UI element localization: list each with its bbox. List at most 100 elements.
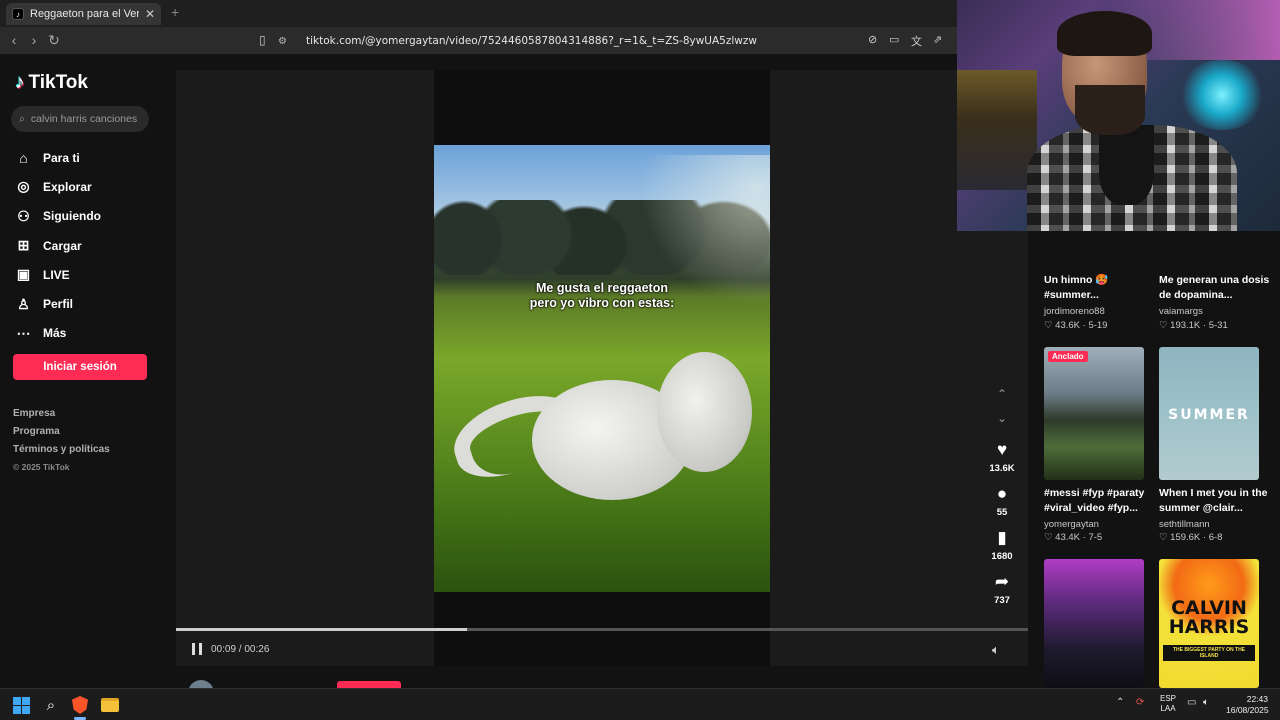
sidebar-item-para-ti[interactable]: ⌂ Para ti <box>15 143 101 172</box>
brave-browser-icon[interactable] <box>70 695 90 715</box>
url-text: tiktok.com/@yomergaytan/video/7524460587… <box>306 35 757 47</box>
copyright-text: © 2025 TikTok <box>13 462 70 472</box>
cast-icon[interactable]: ▭ <box>889 33 899 46</box>
search-placeholder: calvin harris canciones <box>30 113 138 125</box>
likes-count: 43.6K <box>1055 320 1080 331</box>
home-icon: ⌂ <box>19 149 28 166</box>
tray-sync-icon[interactable]: ⟳ <box>1136 697 1144 708</box>
follow-button[interactable] <box>337 681 401 688</box>
video-thumbnail[interactable]: CALVIN HARRIS THE BIGGEST PARTY ON THE I… <box>1159 559 1259 688</box>
video-frame[interactable]: Me gusta el reggaeton pero yo vibro con … <box>434 145 770 592</box>
pause-icon[interactable] <box>192 643 202 655</box>
video-thumbnail[interactable]: Anclado <box>1044 347 1144 480</box>
heart-icon: ♥ <box>996 440 1008 459</box>
no-tracking-icon[interactable]: ⊘ <box>868 33 877 46</box>
more-icon: ⋯ <box>16 324 31 341</box>
sidebar-item-live[interactable]: ▣ LIVE <box>15 260 101 289</box>
profile-icon: ♙ <box>17 295 30 312</box>
volume-icon[interactable]: 🔈︎ <box>992 642 1000 658</box>
streamer-tshirt <box>1099 125 1154 205</box>
save-button[interactable]: ▮ 1680 <box>980 528 1024 562</box>
sidebar-item-explorar[interactable]: ◎ Explorar <box>15 172 101 201</box>
video-player[interactable]: Me gusta el reggaeton pero yo vibro con … <box>176 70 1028 666</box>
sidebar-item-cargar[interactable]: ⊞ Cargar <box>15 231 101 260</box>
webcam-shelf <box>957 70 1037 190</box>
video-title[interactable]: #messi #fyp #paraty #viral_video #fyp... <box>1044 486 1156 516</box>
search-icon[interactable]: ⌕ <box>41 695 61 715</box>
post-date: 5-19 <box>1088 320 1108 331</box>
calvin-harris-title: CALVIN HARRIS <box>1159 599 1259 637</box>
playback-time: 00:09 / 00:26 <box>211 644 270 655</box>
bookmark-save-icon: ▮ <box>997 528 1007 547</box>
post-date: 7-5 <box>1088 532 1103 543</box>
comment-button[interactable]: ● 55 <box>980 484 1024 518</box>
like-button[interactable]: ♥ 13.6K <box>980 440 1024 474</box>
video-thumbnail[interactable] <box>1044 559 1144 688</box>
file-explorer-icon[interactable] <box>100 695 120 715</box>
language-indicator[interactable]: ESP LAA <box>1160 694 1176 714</box>
pinned-badge: Anclado <box>1048 351 1088 362</box>
share-page-icon[interactable]: ⇗ <box>933 33 942 46</box>
video-author[interactable]: yomergaytan <box>1044 519 1099 530</box>
new-tab-button[interactable]: + <box>171 4 179 20</box>
following-icon: ⚇ <box>17 207 30 224</box>
translate-icon[interactable]: 文 <box>911 33 922 49</box>
calvin-harris-subtitle: THE BIGGEST PARTY ON THE ISLAND <box>1163 645 1255 661</box>
system-clock[interactable]: 22:43 16/08/2025 <box>1226 694 1269 716</box>
back-icon[interactable]: ‹ <box>6 32 22 48</box>
sidebar-item-siguiendo[interactable]: ⚇ Siguiendo <box>15 202 101 231</box>
windows-taskbar: ⌕ ⌃ ⟳ ESP LAA ▭ 🔈︎ 22:43 16/08/2025 <box>0 688 1280 720</box>
footer-link-terminos[interactable]: Términos y políticas <box>13 444 110 462</box>
share-button[interactable]: ➦ 737 <box>980 572 1024 606</box>
video-author[interactable]: vaiamargs <box>1159 306 1203 317</box>
live-tv-icon: ▣ <box>16 266 31 283</box>
windows-start-icon[interactable] <box>11 695 31 715</box>
video-author[interactable]: jordimoreno88 <box>1044 306 1105 317</box>
share-icon: ➦ <box>994 572 1010 591</box>
save-count: 1680 <box>991 551 1013 562</box>
speaker-icon[interactable]: 🔈︎ <box>1203 697 1209 708</box>
overlay-line-2: HARRIS <box>1168 616 1250 638</box>
logo-text: TikTok <box>28 72 88 93</box>
video-thumbnail[interactable]: SUMMER <box>1159 347 1259 480</box>
progress-bar[interactable] <box>176 628 1028 631</box>
tiktok-logo[interactable]: ♪ TikTok <box>15 72 88 94</box>
lang-line-1: ESP <box>1160 694 1177 703</box>
clock-time: 22:43 <box>1246 694 1268 704</box>
tab-close-icon[interactable]: ✕ <box>145 7 155 21</box>
chevron-down-icon[interactable]: ⌄ <box>993 411 1011 425</box>
site-settings-icon[interactable]: ⚙ <box>278 36 292 47</box>
video-stats: ♡ 159.6K · 6-8 <box>1159 532 1223 543</box>
caption-line-1: Me gusta el reggaeton <box>536 281 668 295</box>
sidebar-item-mas[interactable]: ⋯ Más <box>15 319 101 348</box>
chevron-up-icon[interactable]: ⌃ <box>993 387 1011 401</box>
video-title[interactable]: Me generan una dosis de dopamina... <box>1159 273 1271 303</box>
compass-icon: ◎ <box>17 178 30 195</box>
streamer <box>1027 11 1237 231</box>
bookmark-icon[interactable]: ▯ <box>259 33 266 47</box>
network-icon[interactable]: ▭ <box>1187 697 1196 708</box>
search-input[interactable]: ⌕ calvin harris canciones <box>11 106 149 132</box>
sidebar-item-perfil[interactable]: ♙ Perfil <box>15 289 101 318</box>
video-author[interactable]: sethtillmann <box>1159 519 1210 530</box>
sidebar-nav: ⌂ Para ti ◎ Explorar ⚇ Siguiendo ⊞ Carga… <box>15 143 102 348</box>
post-date: 6-8 <box>1208 532 1223 543</box>
address-bar[interactable]: ⚙ tiktok.com/@yomergaytan/video/75244605… <box>278 32 958 50</box>
video-caption: Me gusta el reggaeton pero yo vibro con … <box>434 281 770 311</box>
upload-icon: ⊞ <box>17 237 30 254</box>
summer-overlay-text: SUMMER <box>1168 407 1250 423</box>
sidebar-item-label: Explorar <box>43 179 92 194</box>
video-title[interactable]: Un himno 🥵 #summer... <box>1044 273 1156 303</box>
headphones-image <box>444 350 752 500</box>
browser-tab-bar: ♪ Reggaeton para el Verano: Vi ✕ + <box>0 0 960 27</box>
browser-tab[interactable]: ♪ Reggaeton para el Verano: Vi ✕ <box>6 3 161 25</box>
forward-icon[interactable]: › <box>26 32 42 48</box>
caption-line-2: pero yo vibro con estas: <box>529 296 675 310</box>
reload-icon[interactable]: ↻ <box>46 32 62 49</box>
footer-link-empresa[interactable]: Empresa <box>13 408 110 426</box>
webcam-overlay <box>957 0 1280 231</box>
tray-expand-icon[interactable]: ⌃ <box>1116 697 1124 708</box>
login-button[interactable]: Iniciar sesión <box>13 354 147 380</box>
footer-link-programa[interactable]: Programa <box>13 426 110 444</box>
video-title[interactable]: When I met you in the summer @clair... <box>1159 486 1271 516</box>
